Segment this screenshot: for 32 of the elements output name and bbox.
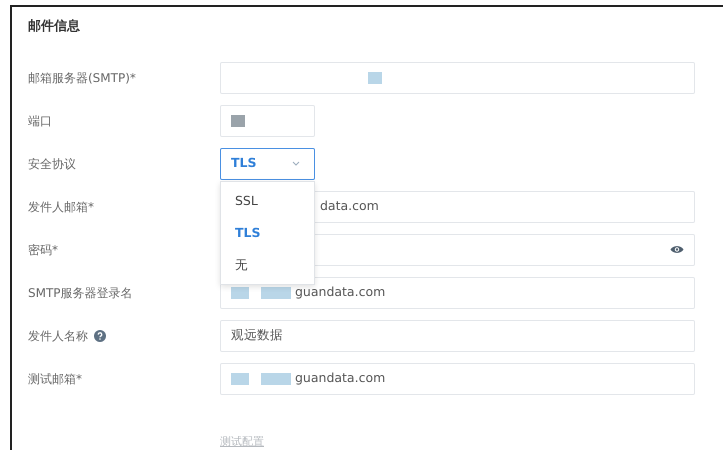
field-label: 端口 — [28, 112, 52, 130]
field-label: 测试邮箱* — [28, 370, 82, 388]
redaction-mark — [261, 372, 291, 384]
input-field[interactable]: guandata.com — [220, 276, 695, 308]
input-field[interactable] — [220, 62, 695, 94]
dropdown-option[interactable]: 无 — [221, 248, 314, 280]
redaction-mark — [231, 114, 245, 126]
field-label: 发件人邮箱* — [28, 198, 94, 216]
input-field[interactable]: guandata.com — [220, 362, 695, 394]
input-field[interactable]: 观远数据 — [220, 320, 695, 352]
input-field[interactable] — [220, 104, 315, 136]
eye-icon[interactable] — [670, 245, 684, 254]
field-value: guandata.com — [295, 283, 386, 302]
input-field[interactable]: data.com — [315, 190, 695, 222]
field-label: SMTP服务器登录名 — [28, 284, 133, 302]
field-label: 密码* — [28, 242, 58, 258]
field-value: 观远数据 — [231, 326, 283, 344]
redaction-mark — [231, 286, 249, 298]
help-icon[interactable] — [94, 330, 106, 342]
field-value: guandata.com — [295, 369, 386, 388]
section-title: 邮件信息 — [28, 18, 80, 36]
select-field[interactable]: TLS — [220, 148, 315, 180]
field-label: 邮箱服务器(SMTP)* — [28, 70, 136, 86]
redaction-mark — [261, 286, 291, 298]
field-value: data.com — [320, 197, 379, 216]
redaction-mark — [368, 72, 382, 84]
field-label: 安全协议 — [28, 156, 76, 172]
redaction-mark — [231, 372, 249, 384]
dropdown-option[interactable]: TLS — [221, 216, 314, 248]
caret-icon — [292, 161, 300, 166]
dropdown-option[interactable]: SSL — [221, 184, 314, 216]
field-label: 发件人名称 — [28, 328, 88, 344]
